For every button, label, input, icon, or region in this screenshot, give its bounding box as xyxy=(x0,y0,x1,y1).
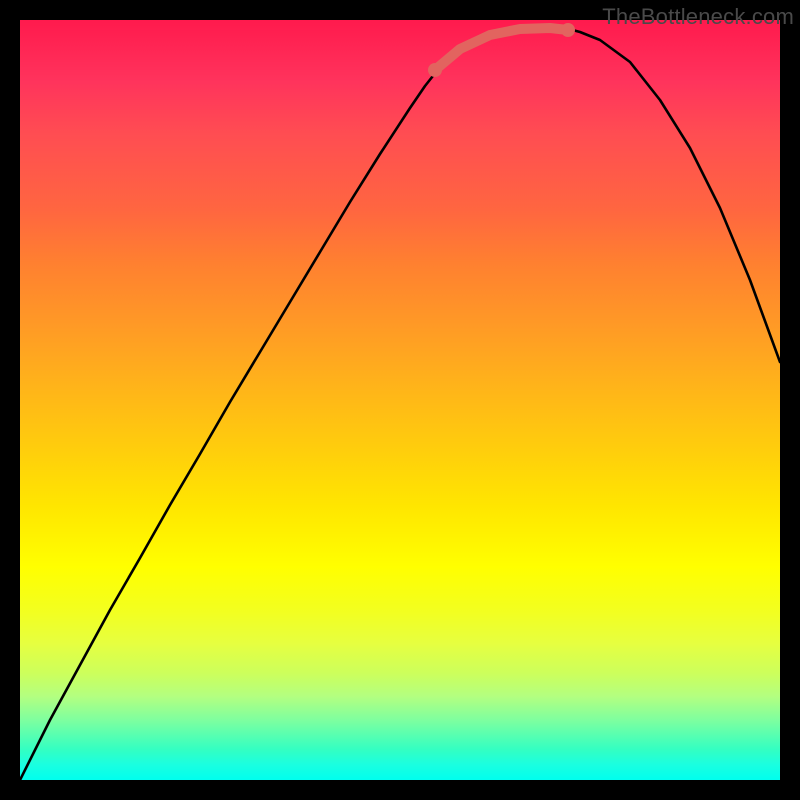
optimal-ridge xyxy=(435,28,568,70)
bottleneck-curve xyxy=(20,27,780,780)
optimal-start-dot xyxy=(428,63,442,77)
optimal-end-dot xyxy=(561,23,575,37)
chart-svg xyxy=(20,20,780,780)
chart-frame: TheBottleneck.com xyxy=(0,0,800,800)
